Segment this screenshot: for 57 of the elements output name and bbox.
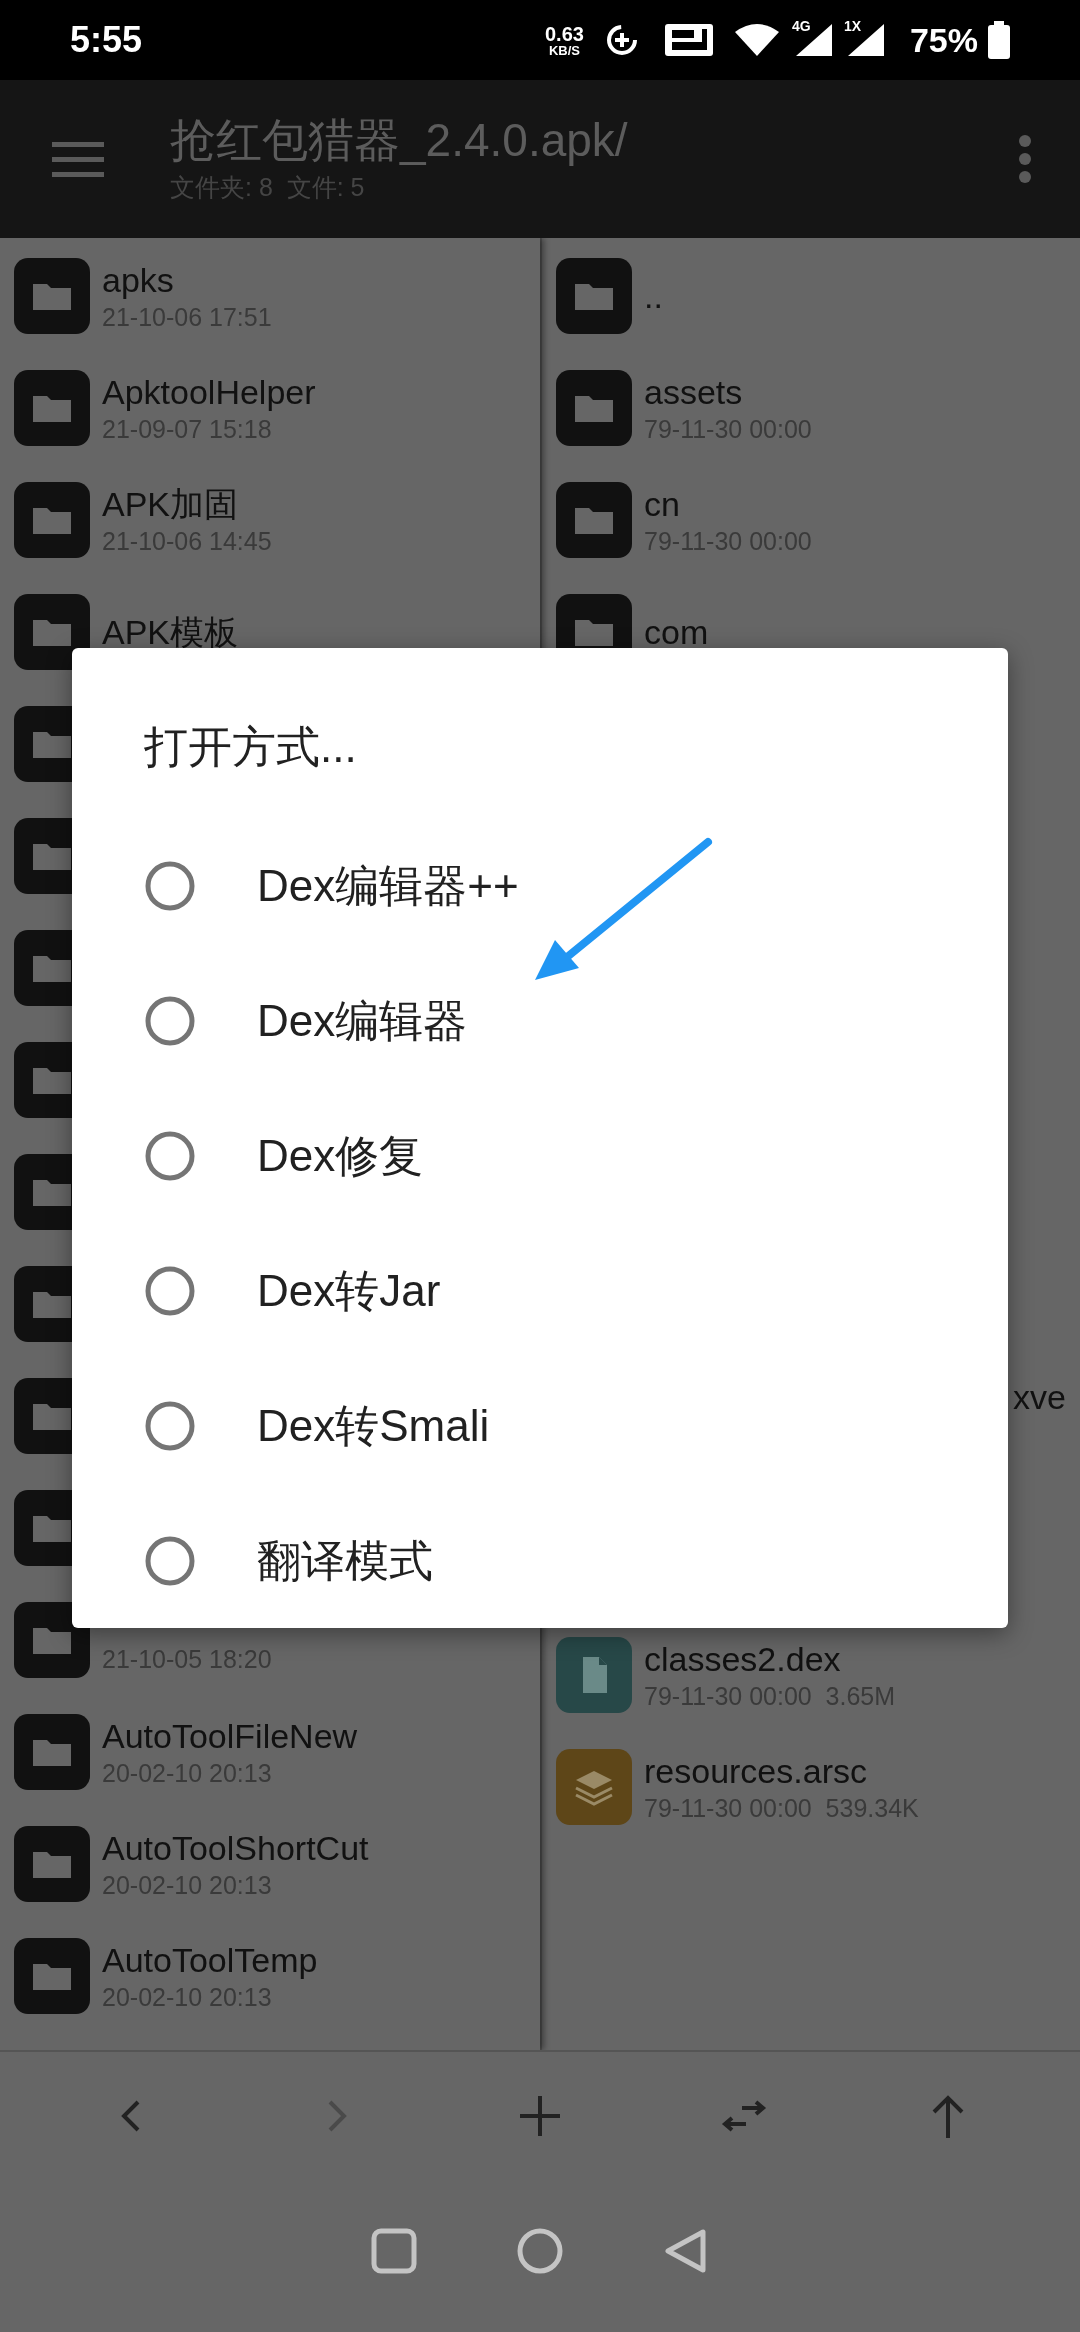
folder-icon [14, 1826, 90, 1902]
radio-button[interactable] [144, 1534, 196, 1587]
file-name: com [644, 611, 709, 653]
menu-icon[interactable] [52, 140, 104, 178]
open-with-option[interactable]: Dex编辑器++ [72, 818, 1008, 953]
radio-button[interactable] [144, 859, 196, 912]
file-name: AutoToolFileNew [102, 1716, 358, 1758]
network-type: 4G [791, 17, 811, 36]
open-with-option[interactable]: 翻译模式 [72, 1493, 1008, 1628]
folder-icon [14, 1714, 90, 1790]
network-speed: 0.63 [545, 23, 584, 44]
home-icon[interactable] [517, 2228, 563, 2274]
file-name: APK加固 [102, 484, 240, 526]
file-name: .. [644, 275, 663, 317]
wifi-icon [733, 22, 780, 58]
folder-path-title: 抢红包猎器_2.4.0.apk/ [170, 112, 629, 168]
radio-button[interactable] [144, 1129, 196, 1182]
layers-icon [556, 1749, 632, 1825]
folder-icon [14, 370, 90, 446]
radio-button[interactable] [144, 1264, 196, 1317]
open-with-option[interactable]: Dex修复 [72, 1088, 1008, 1223]
file-name: xve [1013, 1377, 1066, 1418]
battery-icon [988, 21, 1010, 59]
folder-icon [14, 482, 90, 558]
folder-icon [14, 1938, 90, 2014]
file-name: ApktoolHelper [102, 372, 316, 414]
more-options-icon[interactable] [1018, 134, 1032, 184]
file-name: AutoToolTemp [102, 1940, 318, 1982]
folder-icon [556, 482, 632, 558]
dex-file-icon [556, 1637, 632, 1713]
network-speed-unit: KB/S [548, 43, 580, 57]
file-name: AutoToolShortCut [102, 1828, 369, 1870]
file-name: resources.arsc [644, 1751, 868, 1793]
open-with-option[interactable]: Dex转Smali [72, 1358, 1008, 1493]
radio-button[interactable] [144, 994, 196, 1047]
recents-icon[interactable] [371, 2228, 417, 2274]
network-type: 1X [843, 17, 862, 36]
folder-icon [14, 594, 90, 670]
volte-icon [663, 22, 714, 58]
file-name: classes2.dex [644, 1639, 842, 1681]
folder-icon [14, 1602, 90, 1678]
file-name: APK模板 [102, 611, 239, 653]
file-name: apks [102, 260, 175, 302]
folder-icon [14, 258, 90, 334]
battery-percent: 75% [909, 19, 978, 61]
radio-button[interactable] [144, 1399, 196, 1452]
file-row[interactable]: APK模板 [0, 576, 540, 688]
status-time: 5:55 [70, 18, 143, 62]
folder-icon [556, 370, 632, 446]
file-name: assets [644, 372, 744, 414]
open-with-option[interactable]: Dex编辑器 [72, 953, 1008, 1088]
file-row[interactable]: .. [542, 240, 1080, 352]
file-name: cn [644, 484, 681, 526]
open-with-option[interactable]: Dex转Jar [72, 1223, 1008, 1358]
back-icon[interactable] [663, 2228, 709, 2274]
folder-icon [556, 258, 632, 334]
dialog-title: 打开方式... [144, 721, 358, 773]
